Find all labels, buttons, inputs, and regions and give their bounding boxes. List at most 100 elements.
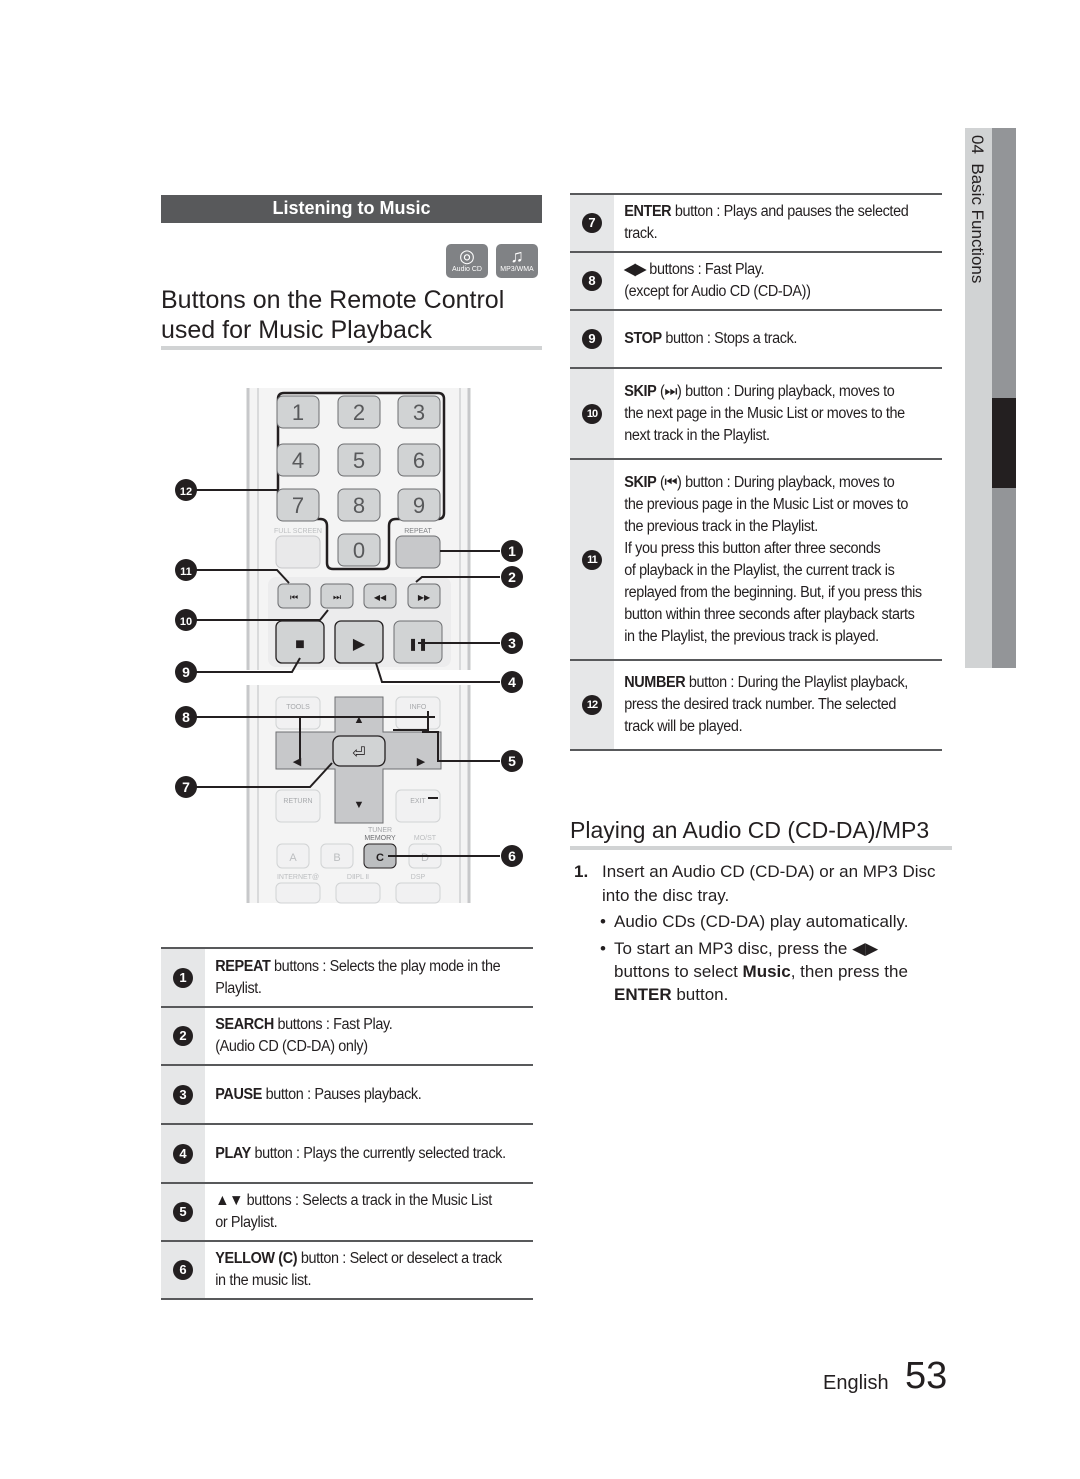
mp3-wma-badge: ♫ MP3/WMA: [496, 244, 538, 278]
page-title: Buttons on the Remote Control used for M…: [161, 285, 542, 345]
step-number: 1.: [574, 862, 589, 881]
description-line: in the music list.: [215, 1272, 312, 1289]
remote-control-illustration: 1 2 34 5 67 8 90 FULL SCREEN REPEAT ⏮ ⏭ ◀◀ ▶▶ …: [175, 388, 523, 904]
page-title-line2: used for Music Playback: [161, 316, 432, 344]
description-line: of playback in the Playlist, the current…: [624, 561, 895, 579]
step-text-line2: into the disc tray.: [602, 886, 730, 905]
info-key[interactable]: [395, 696, 441, 730]
dsp-key[interactable]: [395, 882, 441, 904]
skip-back-icon: ⏮: [290, 592, 298, 602]
audio-cd-badge: ◎ Audio CD: [446, 244, 488, 278]
description-line: ▲▼ buttons : Selects a track in the Musi…: [215, 1192, 492, 1209]
page-title-line1: Buttons on the Remote Control: [161, 286, 505, 314]
exit-key[interactable]: [395, 789, 441, 823]
description-line: track.: [624, 225, 658, 242]
button-name: NUMBER: [624, 674, 686, 691]
fast-forward-icon: ▶▶: [418, 593, 431, 602]
table-row: 3 PAUSE button : Pauses playback.: [161, 1064, 533, 1123]
description-line: Playlist.: [215, 979, 262, 997]
row-number-badge: 8: [582, 271, 602, 291]
description-line: SKIP (⏭) button : During playback, moves…: [624, 382, 895, 400]
button-name: PLAY: [215, 1144, 251, 1162]
section-subtitle: Playing an Audio CD (CD-DA)/MP3: [570, 817, 930, 843]
disc-icon: ◎: [459, 246, 475, 266]
callout-number: 10: [180, 616, 192, 628]
row-number-cell: 6: [161, 1242, 205, 1298]
navigation-pad: TOOLS INFO ⏎ ▲ ▼ ◀ ▶ RETURN EXIT: [275, 696, 442, 824]
return-key[interactable]: [275, 789, 321, 823]
bullet-1: Audio CDs (CD-DA) play automatically.: [614, 912, 909, 931]
mo-st-label: MO/ST: [414, 835, 437, 842]
left-button-table: 1 REPEAT buttons : Selects the play mode …: [161, 947, 533, 1300]
tools-key[interactable]: [275, 696, 321, 730]
badge-label: Audio CD: [452, 266, 482, 273]
description-line: SKIP (⏮) button : During playback, moves…: [624, 473, 895, 491]
callout-number: 3: [508, 635, 516, 651]
row-description: ▲▼ buttons : Selects a track in the Musi…: [205, 1184, 501, 1240]
dpl-key[interactable]: [335, 882, 381, 904]
chapter-title: Basic Functions: [968, 163, 987, 284]
full-screen-key[interactable]: [275, 535, 321, 569]
row-number-cell: 12: [570, 661, 614, 749]
skip-forward-icon: ⏭: [333, 592, 341, 602]
description-line: next track in the Playlist.: [624, 426, 770, 444]
text: button.: [671, 985, 729, 1004]
row-number-badge: 2: [173, 1026, 193, 1046]
number-key-label: 1: [292, 400, 304, 425]
description-line: replayed from the beginning. But, if you…: [624, 583, 922, 601]
row-number-cell: 11: [570, 460, 614, 659]
play-icon: ▶: [353, 636, 366, 653]
callout-number: 7: [182, 779, 190, 795]
table-row: 11 SKIP (⏮) button : During playback, mov…: [570, 458, 942, 659]
row-number-badge: 4: [173, 1143, 193, 1164]
row-number-cell: 4: [161, 1125, 205, 1182]
description-line: (except for Audio CD (CD-DA)): [624, 283, 811, 300]
down-arrow-icon: ▼: [354, 799, 365, 811]
music-keyword: Music: [742, 962, 791, 981]
step-text-line1: Insert an Audio CD (CD-DA) or an MP3 Dis…: [602, 862, 936, 881]
up-arrow-icon: ▲: [354, 714, 365, 726]
description-line: ◀▶ buttons : Fast Play.: [624, 261, 765, 278]
button-name: SEARCH: [215, 1016, 274, 1033]
callout-number: 11: [180, 566, 192, 578]
row-description: REPEAT buttons : Selects the play mode i…: [205, 949, 510, 1006]
description-line: button within three seconds after playba…: [624, 605, 915, 623]
description-line: the previous page in the Music List or m…: [624, 495, 909, 513]
bullet-2-line3: ENTER button.: [614, 983, 728, 1006]
table-row: 6 YELLOW (C) button : Select or deselect …: [161, 1240, 533, 1300]
description-line: the next page in the Music List or moves…: [624, 404, 905, 422]
description-line: If you press this button after three sec…: [624, 539, 881, 557]
repeat-key[interactable]: [395, 535, 441, 569]
title-divider: [161, 346, 542, 350]
button-name: PAUSE: [215, 1085, 262, 1103]
table-row: 9 STOP button : Stops a track.: [570, 309, 942, 367]
repeat-label: REPEAT: [404, 528, 432, 535]
number-key-label: 5: [353, 448, 365, 473]
description-line: SEARCH buttons : Fast Play.: [215, 1016, 393, 1033]
callout-number: 1: [508, 543, 516, 559]
description-line: STOP button : Stops a track.: [624, 330, 798, 347]
number-key-label: 0: [353, 538, 365, 563]
right-arrow-icon: ▶: [417, 756, 426, 768]
row-description: YELLOW (C) button : Select or deselect a…: [205, 1242, 511, 1298]
text: buttons to select: [614, 962, 743, 981]
full-screen-label: FULL SCREEN: [274, 528, 322, 535]
internet-label: INTERNET@: [277, 874, 319, 881]
row-number-badge: 6: [173, 1260, 193, 1280]
description-line: press the desired track number. The sele…: [624, 696, 897, 713]
chapter-tab-marker: [992, 398, 1016, 488]
bullet-2-line1: To start an MP3 disc, press the ◀▶: [614, 939, 879, 958]
color-key-label: A: [289, 852, 297, 864]
number-key-label: 3: [413, 400, 425, 425]
enter-keyword: ENTER: [614, 985, 672, 1004]
internet-key[interactable]: [275, 882, 321, 904]
number-key-label: 9: [413, 493, 425, 518]
number-key-label: 7: [292, 493, 304, 518]
table-row: 2 SEARCH buttons : Fast Play. (Audio CD (C…: [161, 1006, 533, 1064]
row-number-cell: 8: [570, 253, 614, 309]
row-number-badge: 3: [173, 1084, 193, 1105]
section-header: Listening to Music: [161, 195, 542, 223]
row-number-cell: 5: [161, 1184, 205, 1240]
table-row: 12 NUMBER button : During the Playlist pl…: [570, 659, 942, 751]
callout-number: 12: [180, 486, 192, 498]
